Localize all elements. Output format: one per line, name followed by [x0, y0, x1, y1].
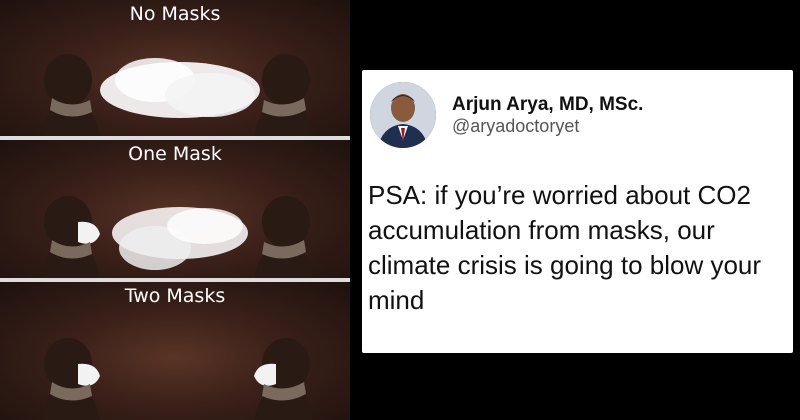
tweet-card: Arjun Arya, MD, MSc. @aryadoctoryet PSA:… [362, 70, 793, 353]
profile-photo [370, 82, 436, 148]
left-person-silhouette [43, 54, 100, 136]
breath-cloud-medium [112, 207, 248, 270]
panel-label: Two Masks [124, 285, 226, 307]
tweet-author-handle[interactable]: @aryadoctoryet [452, 116, 579, 137]
tweet-text: PSA: if you’re worried about CO2 accumul… [368, 180, 762, 315]
panel-label: One Mask [128, 143, 222, 165]
left-person-masked [43, 196, 100, 278]
avatar[interactable] [370, 82, 436, 148]
right-person-silhouette [254, 54, 312, 136]
panel-label: No Masks [129, 3, 221, 25]
meme-panel-two-masks: Two Masks [0, 282, 350, 420]
image-gap [350, 0, 358, 420]
breath-cloud-large [100, 58, 260, 118]
tweet-author-name[interactable]: Arjun Arya, MD, MSc. [452, 94, 643, 116]
right-person-silhouette [254, 196, 312, 278]
meme-image: No Masks One Mask Two Masks [0, 0, 350, 420]
left-person-masked [43, 338, 100, 420]
meme-panel-no-masks: No Masks [0, 0, 350, 136]
meme-panel-one-mask: One Mask [0, 140, 350, 278]
right-person-masked [254, 338, 312, 420]
